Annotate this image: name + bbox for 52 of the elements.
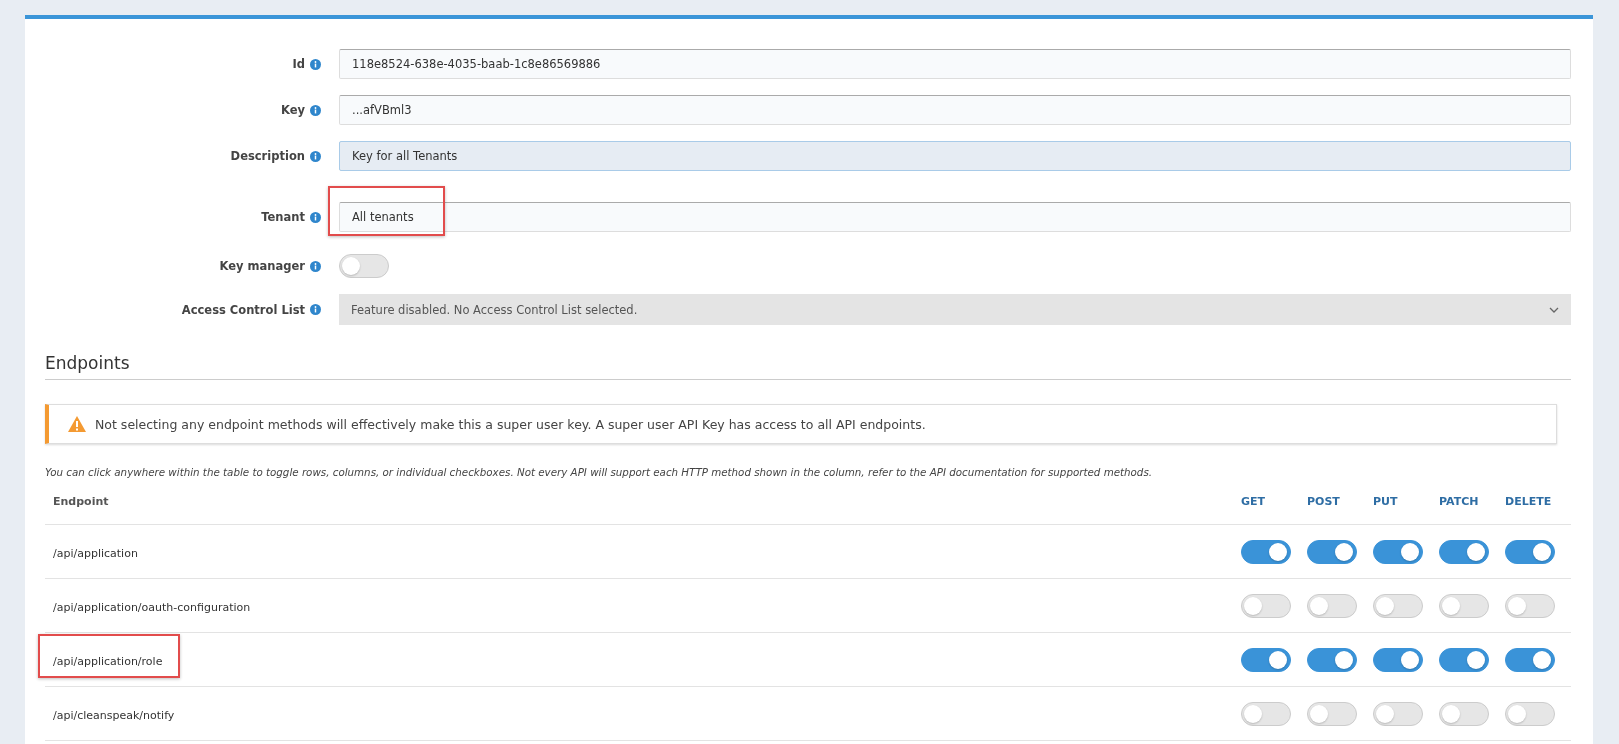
endpoint-path[interactable]: /api/application <box>53 547 138 560</box>
info-icon <box>310 58 321 70</box>
toggle-switch[interactable] <box>1439 647 1489 672</box>
help-text: You can click anywhere within the table to toggle rows, columns, or individual checkboxes. Not every API will support each HTTP method shown in the column, refer to the API documentation for supported methods. <box>45 466 1154 478</box>
toggle-switch[interactable] <box>1307 593 1357 618</box>
section-heading: Endpoints <box>45 353 1571 380</box>
field-label: Access Control List <box>181 302 305 317</box>
column-header[interactable]: GET <box>1241 494 1307 508</box>
endpoint-path[interactable]: /api/cleanspeak/notify <box>53 709 175 722</box>
text-field[interactable]: ...afVBml3 <box>339 95 1571 125</box>
warning-icon <box>67 415 87 433</box>
info-icon <box>310 260 321 272</box>
toggle-switch[interactable] <box>1439 539 1489 564</box>
toggle-switch[interactable] <box>1505 593 1555 618</box>
column-header[interactable]: POST <box>1307 494 1373 508</box>
info-icon <box>310 304 321 315</box>
column-header[interactable]: DELETE <box>1505 494 1571 508</box>
toggle-switch[interactable] <box>1439 593 1489 618</box>
info-icon <box>310 150 321 162</box>
toggle-switch[interactable] <box>1307 539 1357 564</box>
endpoint-path[interactable]: /api/application/role <box>53 655 163 668</box>
column-header[interactable]: PUT <box>1373 494 1439 508</box>
toggle-switch[interactable] <box>1241 593 1291 618</box>
endpoint-path[interactable]: /api/application/oauth-configuration <box>53 601 251 614</box>
text-field[interactable]: Key for all Tenants <box>339 141 1571 171</box>
toggle-switch[interactable] <box>1505 647 1555 672</box>
info-icon <box>310 211 321 223</box>
toggle-switch[interactable] <box>1373 647 1423 672</box>
toggle-switch[interactable] <box>1241 539 1291 564</box>
toggle-switch[interactable] <box>1373 539 1423 564</box>
toggle-switch[interactable] <box>339 254 389 278</box>
chevron-down-icon <box>1549 306 1559 313</box>
toggle-switch[interactable] <box>1505 701 1555 726</box>
info-icon <box>310 104 321 116</box>
field-label: Description <box>230 149 305 163</box>
toggle-switch[interactable] <box>1241 647 1291 672</box>
toggle-switch[interactable] <box>1373 593 1423 618</box>
field-label: Key <box>281 103 305 117</box>
warning-text: Not selecting any endpoint methods will effectively make this a super user key. A super user API Key has access to all API endpoints. <box>95 416 926 432</box>
column-header[interactable]: PATCH <box>1439 494 1505 508</box>
column-header: Endpoint <box>52 494 110 508</box>
toggle-switch[interactable] <box>1439 701 1489 726</box>
field-label: Id <box>292 57 305 71</box>
toggle-switch[interactable] <box>1505 539 1555 564</box>
toggle-switch[interactable] <box>1373 701 1423 726</box>
toggle-switch[interactable] <box>1307 647 1357 672</box>
field-label: Tenant <box>261 210 305 224</box>
toggle-switch[interactable] <box>1241 701 1291 726</box>
field-label: Key manager <box>219 259 305 273</box>
text-field[interactable]: 118e8524-638e-4035-baab-1c8e86569886 <box>339 49 1571 79</box>
text-field[interactable]: All tenants <box>339 202 1571 232</box>
toggle-switch[interactable] <box>1307 701 1357 726</box>
